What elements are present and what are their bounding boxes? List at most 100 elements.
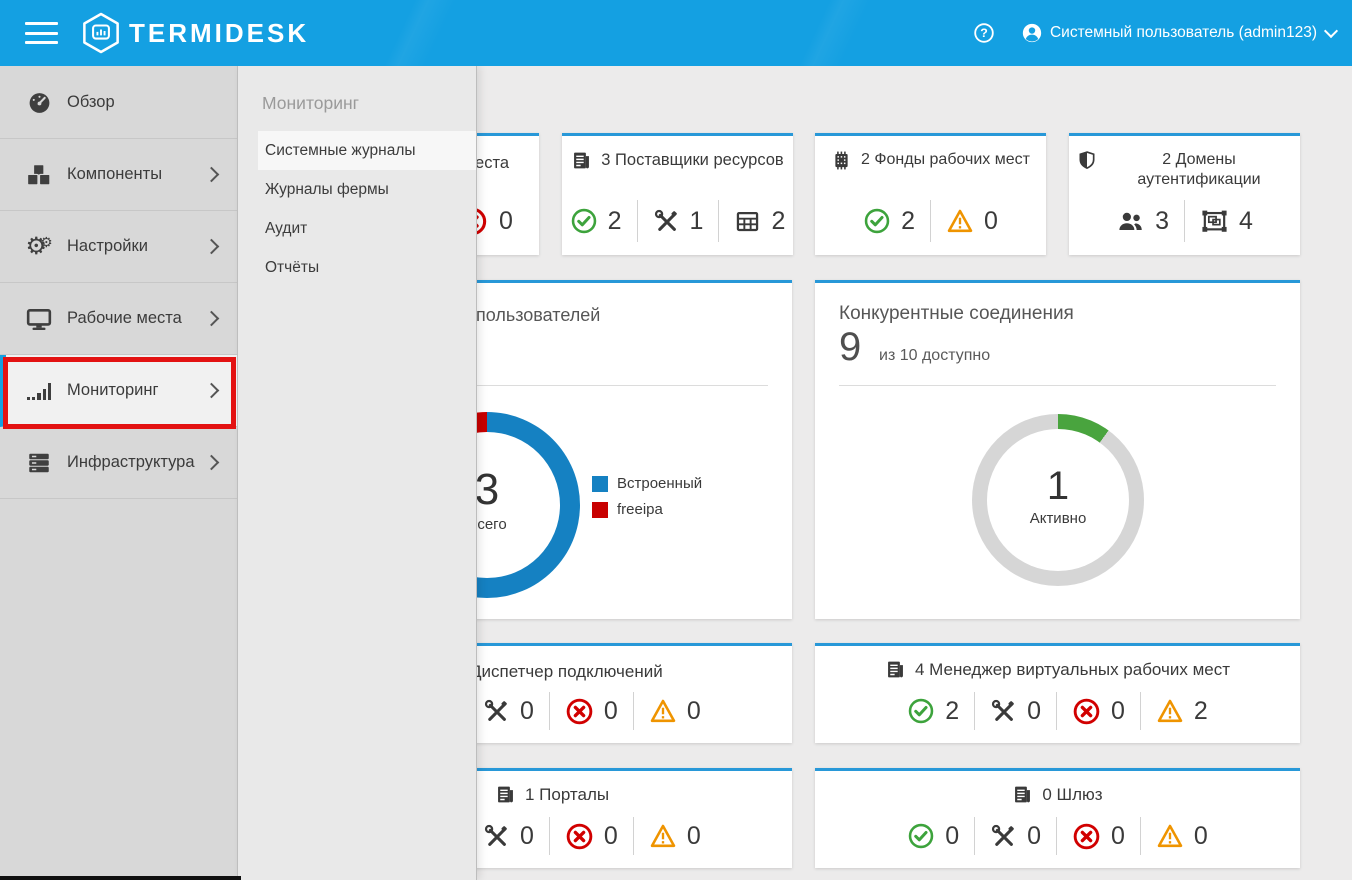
stat-value: 2 bbox=[608, 207, 622, 236]
sidebar-item-settings[interactable]: ⚙⚙ Настройки bbox=[0, 211, 237, 283]
times-circle-icon bbox=[565, 697, 594, 726]
sidebar-item-label: Мониторинг bbox=[67, 381, 159, 400]
flyout-item-farm-logs[interactable]: Журналы фермы bbox=[238, 170, 476, 209]
chevron-right-icon bbox=[204, 383, 220, 399]
user-menu[interactable]: Системный пользователь (admin123) bbox=[1021, 22, 1336, 44]
donut-active-label: Активно bbox=[972, 510, 1144, 527]
hamburger-menu-icon[interactable] bbox=[25, 22, 58, 44]
flyout-item-reports[interactable]: Отчёты bbox=[238, 248, 476, 287]
chevron-right-icon bbox=[204, 311, 220, 327]
card-title-partial: еста bbox=[475, 154, 509, 173]
check-circle-icon bbox=[570, 207, 598, 235]
card-auth-domains: 2 Домены аутентификации 3 4 bbox=[1069, 133, 1300, 255]
signal-bars-icon bbox=[24, 382, 54, 400]
legend-swatch bbox=[592, 476, 608, 492]
available-count: 9 bbox=[839, 327, 861, 367]
stat-value: 0 bbox=[945, 822, 959, 851]
sidebar-item-label: Обзор bbox=[67, 93, 115, 112]
stat-value: 0 bbox=[604, 697, 618, 726]
help-icon[interactable]: ? bbox=[973, 22, 995, 44]
card-gateway: 0 Шлюз 0 0 0 0 bbox=[815, 768, 1300, 868]
tools-icon bbox=[990, 823, 1017, 850]
sidebar-item-label: Рабочие места bbox=[67, 309, 182, 328]
check-circle-icon bbox=[907, 822, 935, 850]
warning-icon bbox=[1156, 697, 1184, 725]
sidebar-item-label: Инфраструктура bbox=[67, 453, 195, 472]
sidebar-item-monitoring[interactable]: Мониторинг bbox=[0, 355, 237, 427]
server-stack-icon bbox=[24, 450, 54, 476]
stat-value: 0 bbox=[1027, 697, 1041, 726]
chevron-right-icon bbox=[204, 455, 220, 471]
card-concurrent-connections: Конкурентные соединения 9 из 10 доступно… bbox=[815, 280, 1300, 619]
flyout-item-audit[interactable]: Аудит bbox=[238, 209, 476, 248]
stat-value: 0 bbox=[520, 697, 534, 726]
card-title: 0 Шлюз bbox=[1042, 784, 1102, 805]
gauge-icon bbox=[24, 90, 54, 115]
chip-icon bbox=[831, 150, 852, 171]
sidebar-item-overview[interactable]: Обзор bbox=[0, 67, 237, 139]
stat-value: 1 bbox=[690, 207, 704, 236]
stat-value: 0 bbox=[984, 207, 998, 236]
donut-active-value: 1 bbox=[972, 466, 1144, 506]
chart-title-partial: пользователей bbox=[476, 305, 600, 326]
stat-value: 0 bbox=[604, 822, 618, 851]
card-vdi-manager: 4 Менеджер виртуальных рабочих мест 2 0 … bbox=[815, 643, 1300, 743]
stat-value: 0 bbox=[1194, 822, 1208, 851]
tools-icon bbox=[483, 698, 510, 725]
chevron-right-icon bbox=[204, 167, 220, 183]
stat-value: 2 bbox=[945, 697, 959, 726]
sidebar-item-label: Компоненты bbox=[67, 165, 162, 184]
monitor-icon bbox=[24, 306, 54, 332]
times-circle-icon bbox=[565, 822, 594, 851]
warning-icon bbox=[649, 697, 677, 725]
chart-title: Конкурентные соединения bbox=[839, 303, 1074, 325]
monitoring-flyout-menu: Мониторинг Системные журналы Журналы фер… bbox=[238, 66, 477, 880]
divider bbox=[839, 385, 1276, 386]
stat-value: 2 bbox=[1194, 697, 1208, 726]
svg-text:?: ? bbox=[980, 26, 988, 40]
card-title: 1 Порталы bbox=[525, 785, 609, 805]
logo-hexagon-icon bbox=[82, 12, 120, 54]
object-group-icon bbox=[1200, 207, 1229, 236]
warning-icon bbox=[946, 207, 974, 235]
stat-value: 0 bbox=[687, 822, 701, 851]
flyout-item-system-logs[interactable]: Системные журналы bbox=[258, 131, 476, 170]
user-label: Системный пользователь (admin123) bbox=[1050, 24, 1317, 42]
sidebar-item-infrastructure[interactable]: Инфраструктура bbox=[0, 427, 237, 499]
connections-donut: 1 Активно bbox=[972, 414, 1144, 586]
legend-item: freeipa bbox=[592, 501, 702, 518]
bottom-scroll-edge bbox=[0, 876, 241, 880]
legend-label: freeipa bbox=[617, 501, 663, 518]
news-icon bbox=[885, 659, 906, 680]
chevron-right-icon bbox=[204, 239, 220, 255]
available-label: из 10 доступно bbox=[879, 347, 990, 365]
times-circle-icon bbox=[1072, 822, 1101, 851]
check-circle-icon bbox=[863, 207, 891, 235]
legend-swatch bbox=[592, 502, 608, 518]
news-icon bbox=[1012, 784, 1033, 805]
flyout-title: Мониторинг bbox=[238, 66, 476, 114]
stat-value: 0 bbox=[1027, 822, 1041, 851]
stat-value: 0 bbox=[499, 207, 513, 236]
warning-icon bbox=[649, 822, 677, 850]
table-icon bbox=[734, 208, 761, 235]
stat-value: 0 bbox=[687, 697, 701, 726]
gears-icon: ⚙⚙ bbox=[24, 235, 54, 259]
logo-text: TERMIDESK bbox=[129, 18, 309, 49]
stat-value: 0 bbox=[520, 822, 534, 851]
sidebar-item-components[interactable]: Компоненты bbox=[0, 139, 237, 211]
stat-value: 0 bbox=[1111, 822, 1125, 851]
warning-icon bbox=[1156, 822, 1184, 850]
legend-label: Встроенный bbox=[617, 475, 702, 492]
tools-icon bbox=[653, 208, 680, 235]
card-title: 2 Фонды рабочих мест bbox=[861, 150, 1030, 170]
users-icon bbox=[1116, 207, 1145, 236]
shield-icon bbox=[1077, 150, 1097, 170]
sidebar-item-workplaces[interactable]: Рабочие места bbox=[0, 283, 237, 355]
cubes-icon bbox=[24, 162, 54, 188]
news-icon bbox=[495, 784, 516, 805]
card-workplace-pools: 2 Фонды рабочих мест 2 0 bbox=[815, 133, 1046, 255]
card-title: 2 Домены аутентификации bbox=[1106, 150, 1292, 190]
card-title: 4 Менеджер виртуальных рабочих мест bbox=[915, 659, 1230, 680]
topbar: TERMIDESK ? Системный пользователь (admi… bbox=[0, 0, 1352, 66]
